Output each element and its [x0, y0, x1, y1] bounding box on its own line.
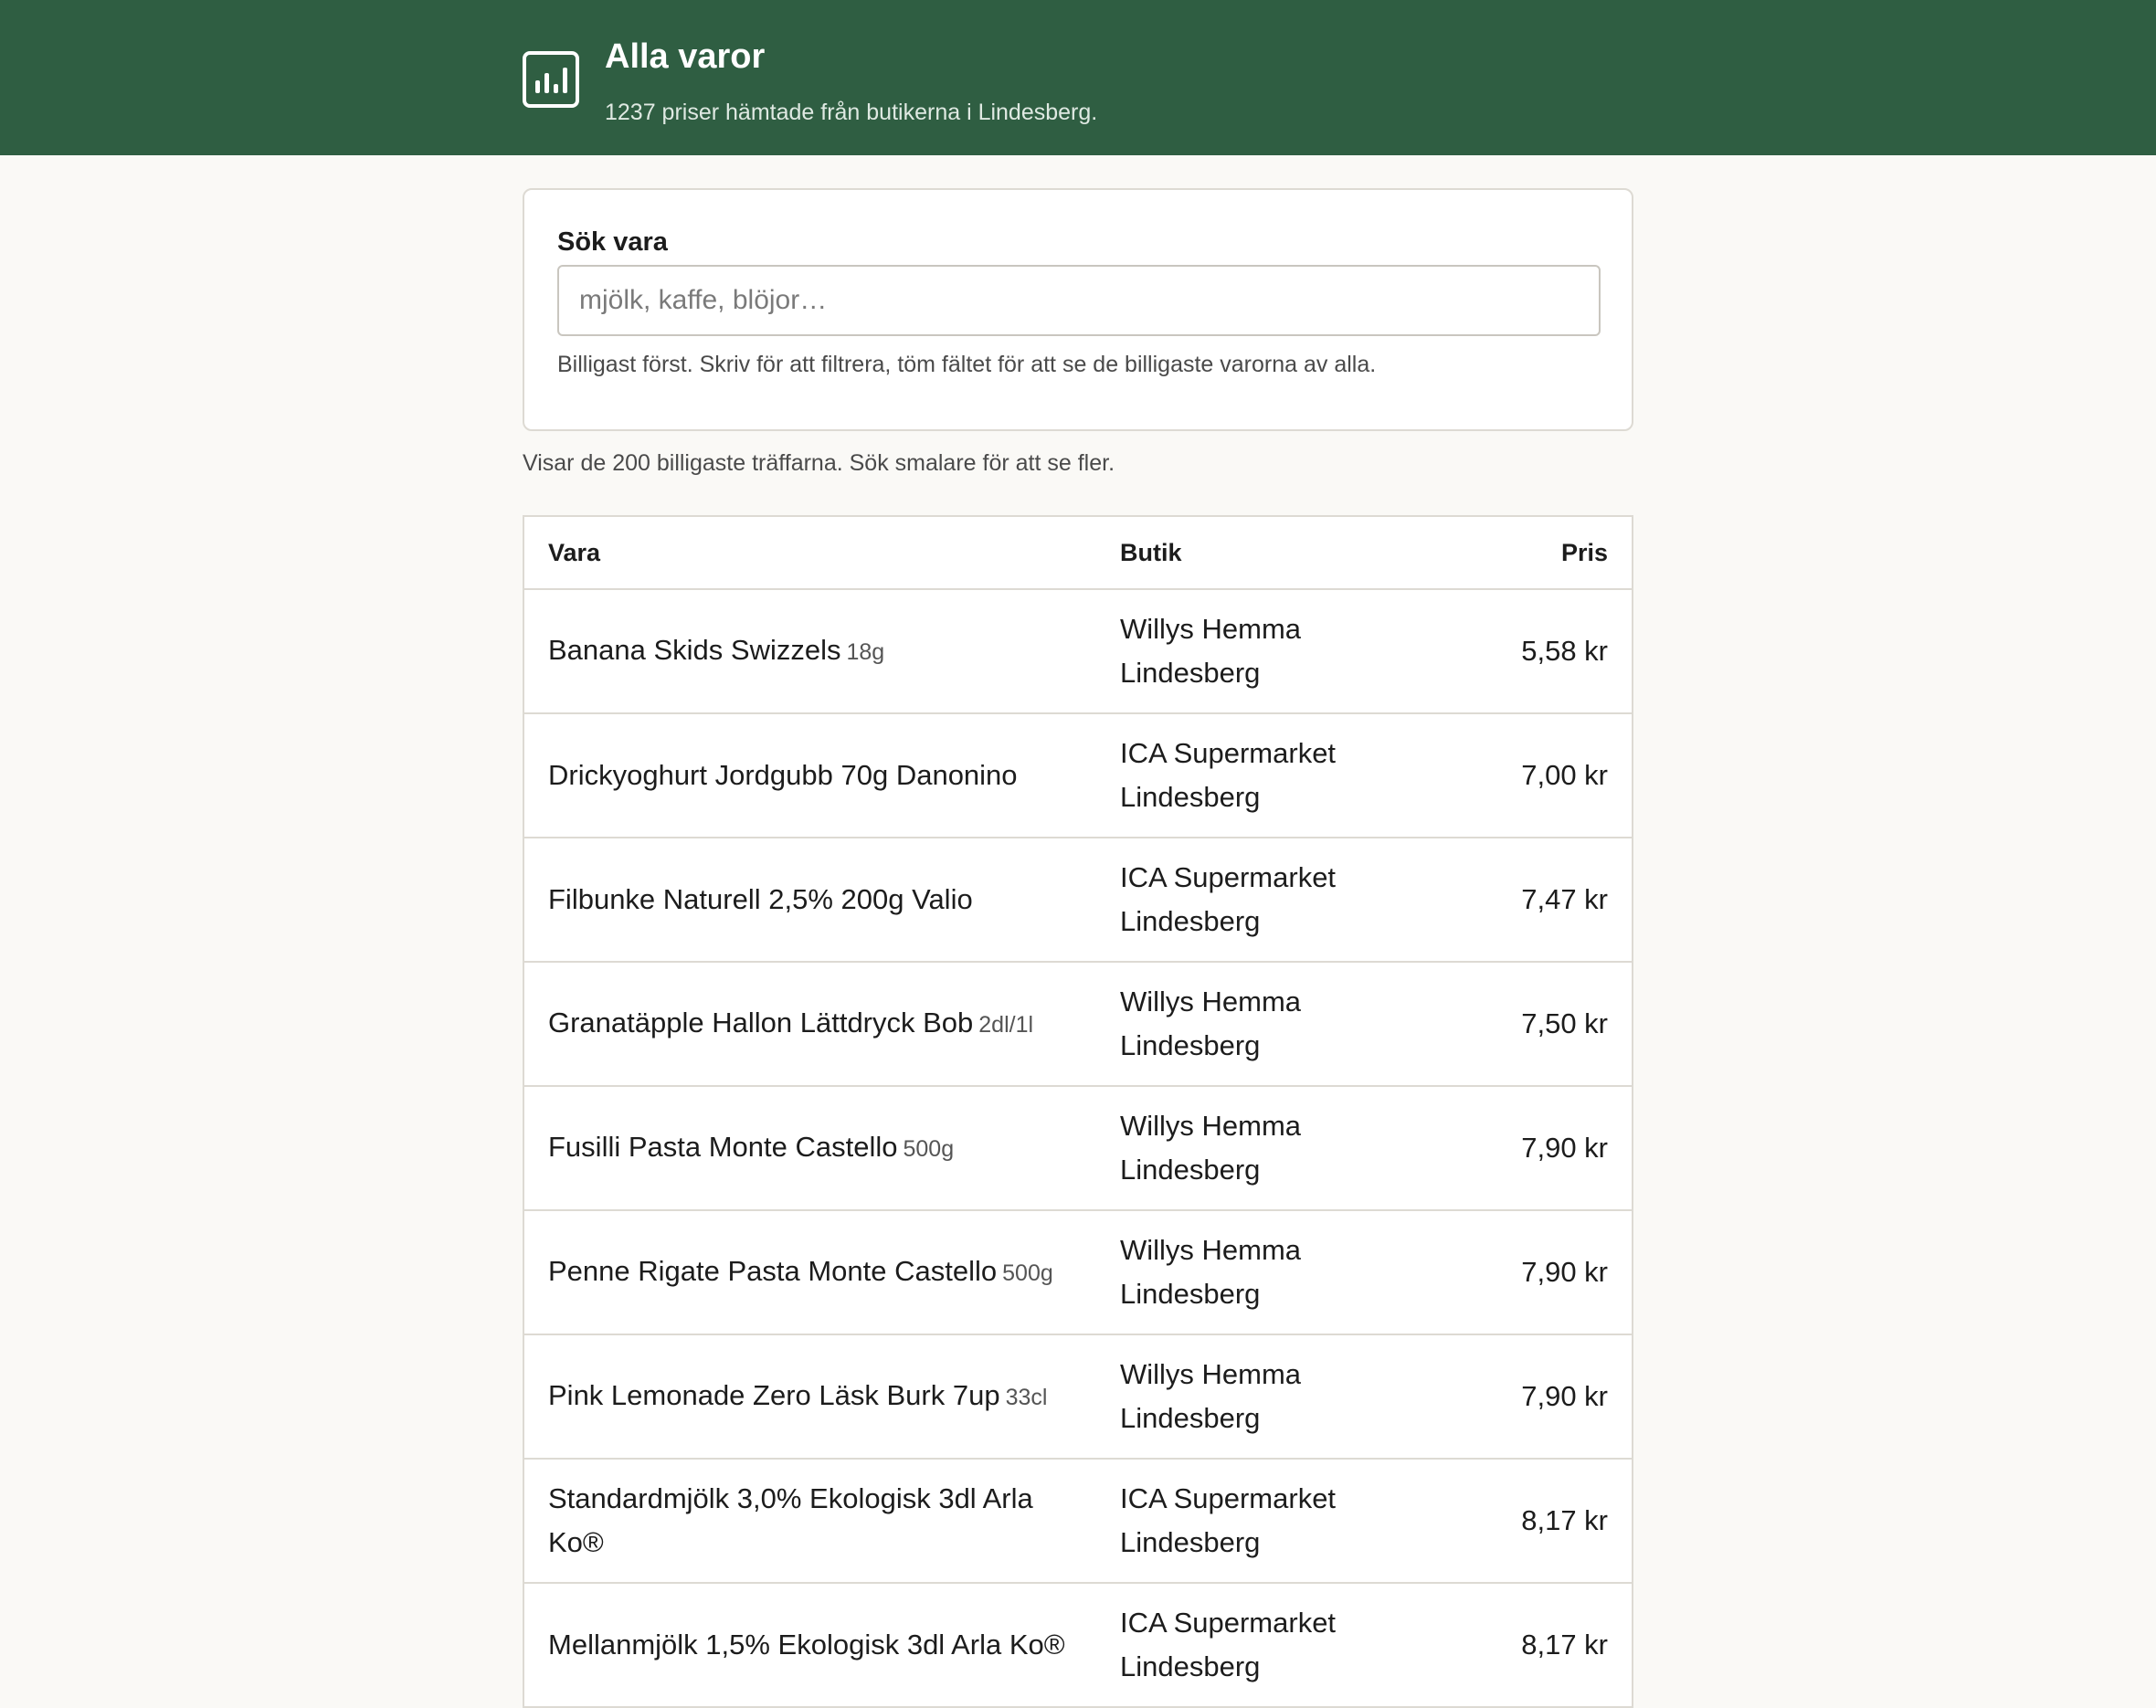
store-cell: Willys Hemma Lindesberg [1120, 1110, 1302, 1186]
header-content: Alla varor 1237 priser hämtade från buti… [523, 37, 1097, 128]
table-row[interactable]: Banana Skids Swizzels 18g Willys Hemma Lin… [524, 590, 1632, 714]
price-cell: 8,17 kr [1521, 1629, 1608, 1661]
product-name: Penne Rigate Pasta Monte Castello [548, 1255, 998, 1287]
product-text: Standardmjölk 3,0% Ekologisk 3dl Arla Ko… [548, 1477, 1096, 1565]
column-header-pris[interactable]: Pris [1561, 537, 1608, 568]
product-unit: 2dl/1l [978, 1012, 1034, 1038]
store-cell: Willys Hemma Lindesberg [1120, 1358, 1302, 1434]
table-row[interactable]: Standardmjölk 3,0% Ekologisk 3dl Arla Ko… [524, 1460, 1632, 1584]
store-cell: Willys Hemma Lindesberg [1120, 1234, 1302, 1310]
table-header: Vara Butik Pris [524, 517, 1632, 590]
product-text: Mellanmjölk 1,5% Ekologisk 3dl Arla Ko® [548, 1623, 1065, 1667]
product-unit: 33cl [1005, 1385, 1048, 1410]
price-cell: 8,17 kr [1521, 1504, 1608, 1536]
table-row[interactable]: Pink Lemonade Zero Läsk Burk 7up 33cl Will… [524, 1335, 1632, 1460]
product-cell: Pink Lemonade Zero Läsk Burk 7up 33cl [548, 1335, 1096, 1458]
search-input[interactable] [557, 265, 1601, 336]
product-cell: Filbunke Naturell 2,5% 200g Valio [548, 838, 1096, 961]
product-name: Drickyoghurt Jordgubb 70g Danonino [548, 759, 1018, 791]
product-cell: Fusilli Pasta Monte Castello 500g [548, 1087, 1096, 1209]
product-text: Fusilli Pasta Monte Castello 500g [548, 1125, 954, 1171]
search-card: Sök vara Billigast först. Skriv för att … [523, 188, 1633, 431]
table-row[interactable]: Granatäpple Hallon Lättdryck Bob 2dl/1l Wi… [524, 963, 1632, 1087]
product-text: Drickyoghurt Jordgubb 70g Danonino [548, 754, 1018, 797]
product-text: Filbunke Naturell 2,5% 200g Valio [548, 878, 973, 922]
price-cell: 7,90 kr [1521, 1380, 1608, 1412]
search-hint: Billigast först. Skriv för att filtrera,… [557, 352, 1377, 377]
product-name: Banana Skids Swizzels [548, 634, 841, 666]
column-header-vara[interactable]: Vara [548, 537, 600, 568]
product-name: Standardmjölk 3,0% Ekologisk 3dl Arla Ko… [548, 1482, 1033, 1558]
column-header-butik[interactable]: Butik [1120, 537, 1182, 568]
bar-chart-icon [523, 51, 579, 108]
product-text: Pink Lemonade Zero Läsk Burk 7up 33cl [548, 1374, 1047, 1419]
product-name: Filbunke Naturell 2,5% 200g Valio [548, 883, 973, 915]
store-cell: ICA Supermarket Lindesberg [1120, 1607, 1337, 1682]
table-body: Banana Skids Swizzels 18g Willys Hemma Lin… [524, 590, 1632, 1708]
store-cell: ICA Supermarket Lindesberg [1120, 861, 1337, 937]
store-cell: ICA Supermarket Lindesberg [1120, 1482, 1337, 1558]
product-name: Pink Lemonade Zero Läsk Burk 7up [548, 1379, 1000, 1411]
page-header: Alla varor 1237 priser hämtade från buti… [0, 0, 2156, 155]
product-cell: Banana Skids Swizzels 18g [548, 590, 1096, 712]
product-text: Banana Skids Swizzels 18g [548, 628, 884, 674]
product-unit: 500g [1002, 1260, 1053, 1286]
page-subtitle: 1237 priser hämtade från butikerna i Lin… [605, 100, 1098, 125]
product-cell: Standardmjölk 3,0% Ekologisk 3dl Arla Ko… [548, 1460, 1096, 1582]
product-cell: Penne Rigate Pasta Monte Castello 500g [548, 1211, 1096, 1334]
table-row[interactable]: Fusilli Pasta Monte Castello 500g Willys H… [524, 1087, 1632, 1211]
price-cell: 5,58 kr [1521, 635, 1608, 667]
price-cell: 7,90 kr [1521, 1132, 1608, 1164]
header-text: Alla varor 1237 priser hämtade från buti… [605, 37, 1097, 126]
table-row[interactable]: Penne Rigate Pasta Monte Castello 500g Wil… [524, 1211, 1632, 1335]
product-unit: 500g [903, 1136, 955, 1162]
product-unit: 18g [846, 639, 885, 665]
price-cell: 7,47 kr [1521, 883, 1608, 915]
product-cell: Drickyoghurt Jordgubb 70g Danonino [548, 714, 1096, 837]
search-label: Sök vara [557, 227, 668, 257]
product-text: Penne Rigate Pasta Monte Castello 500g [548, 1249, 1053, 1295]
product-name: Fusilli Pasta Monte Castello [548, 1131, 898, 1163]
price-cell: 7,50 kr [1521, 1007, 1608, 1039]
price-cell: 7,90 kr [1521, 1256, 1608, 1288]
page-title: Alla varor [605, 37, 766, 76]
product-name: Mellanmjölk 1,5% Ekologisk 3dl Arla Ko® [548, 1629, 1065, 1661]
price-cell: 7,00 kr [1521, 759, 1608, 791]
product-cell: Granatäpple Hallon Lättdryck Bob 2dl/1l [548, 963, 1096, 1085]
result-info: Visar de 200 billigaste träffarna. Sök s… [523, 450, 1115, 476]
table-row[interactable]: Mellanmjölk 1,5% Ekologisk 3dl Arla Ko® I… [524, 1584, 1632, 1708]
table-row[interactable]: Drickyoghurt Jordgubb 70g Danonino ICA Su… [524, 714, 1632, 838]
store-cell: Willys Hemma Lindesberg [1120, 986, 1302, 1061]
price-table: Vara Butik Pris Banana Skids Swizzels 18g… [523, 515, 1633, 1708]
product-cell: Mellanmjölk 1,5% Ekologisk 3dl Arla Ko® [548, 1584, 1096, 1706]
product-text: Granatäpple Hallon Lättdryck Bob 2dl/1l [548, 1001, 1033, 1047]
product-name: Granatäpple Hallon Lättdryck Bob [548, 1007, 974, 1039]
table-row[interactable]: Filbunke Naturell 2,5% 200g Valio ICA Sup… [524, 838, 1632, 963]
store-cell: ICA Supermarket Lindesberg [1120, 737, 1337, 813]
store-cell: Willys Hemma Lindesberg [1120, 613, 1302, 689]
